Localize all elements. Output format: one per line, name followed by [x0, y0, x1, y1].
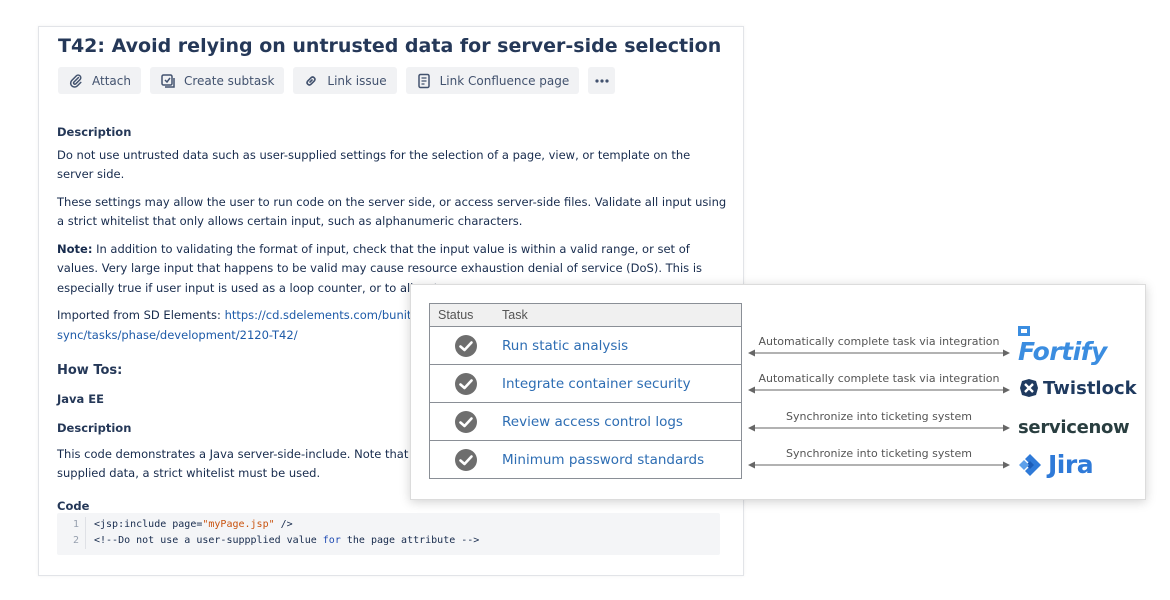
link-icon — [303, 73, 319, 89]
task-name[interactable]: Integrate container security — [502, 364, 742, 403]
subtask-icon — [160, 73, 176, 89]
servicenow-logo: servicenow — [1018, 417, 1130, 438]
paperclip-icon — [68, 73, 84, 89]
servicenow-wordmark: servicenow — [1018, 417, 1130, 438]
check-circle-icon — [455, 334, 477, 357]
task-row[interactable]: Review access control logs — [429, 402, 742, 441]
task-table-header: Status Task — [429, 303, 742, 327]
status-cell — [429, 440, 502, 479]
code-line-1: 1 <jsp:include page= "myPage.jsp" /> — [57, 517, 720, 533]
double-arrow-icon — [748, 461, 1010, 469]
integration-link-twistlock: Automatically complete task via integrat… — [748, 372, 1010, 396]
code-string: "myPage.jsp" — [202, 519, 275, 530]
description-heading: Description — [57, 125, 132, 139]
page-icon — [416, 73, 432, 89]
status-column-header: Status — [429, 303, 502, 327]
task-row[interactable]: Run static analysis — [429, 326, 742, 365]
task-row[interactable]: Integrate container security — [429, 364, 742, 403]
attach-button[interactable]: Attach — [58, 67, 141, 94]
twistlock-wordmark: Twistlock — [1043, 377, 1137, 399]
integration-link-fortify: Automatically complete task via integrat… — [748, 335, 1010, 359]
issue-toolbar: Attach Create subtask Link issue Link Co… — [58, 67, 616, 94]
twistlock-mark-icon — [1020, 379, 1038, 397]
task-row[interactable]: Minimum password standards — [429, 440, 742, 479]
code-text: /> — [274, 519, 293, 530]
task-name[interactable]: Review access control logs — [502, 402, 742, 441]
status-cell — [429, 364, 502, 403]
code-text: <jsp:include page= — [94, 519, 203, 530]
code-keyword: for — [322, 535, 341, 546]
fortify-wordmark: Fortify — [1018, 337, 1107, 366]
check-circle-icon — [455, 410, 477, 433]
jira-wordmark: Jira — [1048, 450, 1094, 479]
code-block: 1 <jsp:include page= "myPage.jsp" /> 2 <!--… — [57, 513, 720, 555]
more-icon — [594, 73, 610, 89]
code-text: the page attribute --> — [340, 535, 480, 546]
create-subtask-button[interactable]: Create subtask — [149, 67, 285, 94]
task-column-header: Task — [502, 303, 742, 327]
double-arrow-icon — [748, 349, 1010, 357]
integration-link-label: Automatically complete task via integrat… — [758, 372, 1000, 385]
task-name[interactable]: Run static analysis — [502, 326, 742, 365]
integration-link-label: Automatically complete task via integrat… — [758, 335, 1000, 348]
imported-label: Imported from SD Elements: — [57, 308, 225, 322]
fortify-logo: Fortify — [1018, 321, 1107, 364]
micro-focus-mark-icon — [1018, 326, 1030, 336]
link-issue-button[interactable]: Link issue — [293, 67, 397, 94]
task-table: Status Task Run static analysis Integrat… — [429, 303, 742, 479]
integration-link-servicenow: Synchronize into ticketing system — [748, 410, 1010, 434]
description-paragraph-1: Do not use untrusted data such as user-s… — [57, 147, 691, 182]
status-cell — [429, 402, 502, 441]
attach-label: Attach — [92, 73, 131, 88]
integration-link-label: Synchronize into ticketing system — [786, 447, 972, 460]
code-text: <!--Do not use a user-suppplied value — [94, 535, 323, 546]
double-arrow-icon — [748, 386, 1010, 394]
line-number: 1 — [57, 517, 86, 533]
double-arrow-icon — [748, 424, 1010, 432]
check-circle-icon — [455, 448, 477, 471]
jira-logo: Jira — [1017, 450, 1094, 479]
create-subtask-label: Create subtask — [183, 73, 275, 88]
integration-link-jira: Synchronize into ticketing system — [748, 447, 1010, 471]
note-label: Note: — [57, 241, 93, 256]
status-cell — [429, 326, 502, 365]
twistlock-logo: Twistlock — [1018, 377, 1137, 399]
task-name[interactable]: Minimum password standards — [502, 440, 742, 479]
link-confluence-label: Link Confluence page — [439, 73, 570, 88]
more-actions-button[interactable] — [588, 67, 616, 94]
check-circle-icon — [455, 372, 477, 395]
link-confluence-button[interactable]: Link Confluence page — [405, 67, 580, 94]
howto-description-line-2: supplied data, a strict whitelist must b… — [57, 466, 321, 480]
integration-overlay: Status Task Run static analysis Integrat… — [410, 284, 1146, 500]
issue-title: T42: Avoid relying on untrusted data for… — [58, 35, 722, 57]
link-issue-label: Link issue — [327, 73, 387, 88]
description-paragraph-2: These settings may allow the user to run… — [57, 194, 727, 229]
howto-description-line-1: This code demonstrates a Java server-sid… — [57, 446, 452, 461]
line-number: 2 — [57, 533, 86, 549]
integration-link-label: Synchronize into ticketing system — [786, 410, 972, 423]
jira-mark-icon — [1019, 453, 1041, 476]
imported-link-continued[interactable]: sync/tasks/phase/development/2120-T42/ — [57, 328, 298, 342]
code-line-2: 2 <!--Do not use a user-suppplied value f… — [57, 533, 720, 549]
